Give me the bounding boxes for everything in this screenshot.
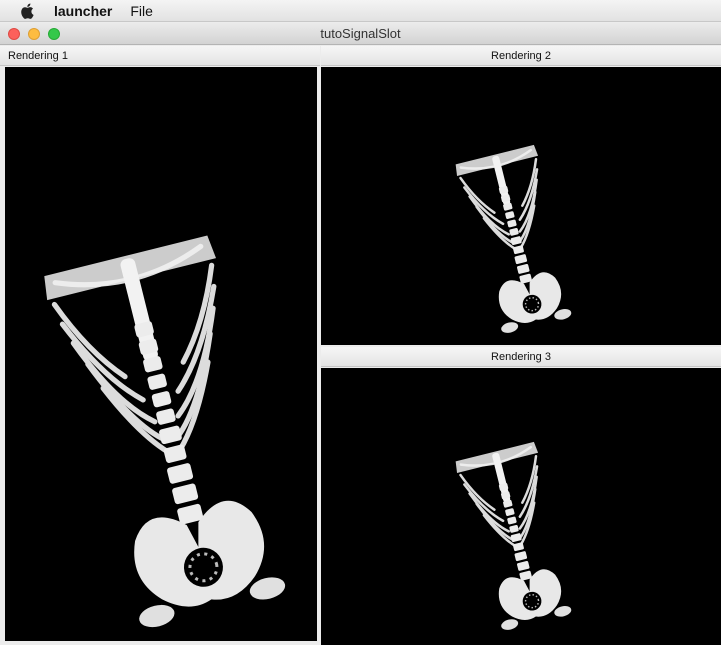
rendering-1-viewport[interactable] <box>5 67 317 641</box>
rendering-2-viewport[interactable] <box>321 67 721 345</box>
menu-file[interactable]: File <box>130 3 153 19</box>
rendering-3-viewport[interactable] <box>321 368 721 645</box>
window-title: tutoSignalSlot <box>320 26 401 41</box>
window-title-bar[interactable]: tutoSignalSlot <box>0 23 721 45</box>
rendering-3-pane: Rendering 3 <box>321 347 721 645</box>
rendering-2-pane: Rendering 2 <box>321 46 721 346</box>
skeleton-render-3 <box>452 440 580 635</box>
rendering-2-title: Rendering 2 <box>321 46 721 66</box>
rendering-1-title: Rendering 1 <box>0 46 320 66</box>
rendering-3-title: Rendering 3 <box>321 347 721 367</box>
apple-logo-icon[interactable] <box>20 3 34 19</box>
menu-bar: launcher File <box>0 0 721 22</box>
skeleton-render-2 <box>452 143 580 338</box>
skeleton-render-1 <box>5 67 317 641</box>
menu-app-name[interactable]: launcher <box>54 3 112 19</box>
rendering-1-pane: Rendering 1 <box>0 46 320 645</box>
